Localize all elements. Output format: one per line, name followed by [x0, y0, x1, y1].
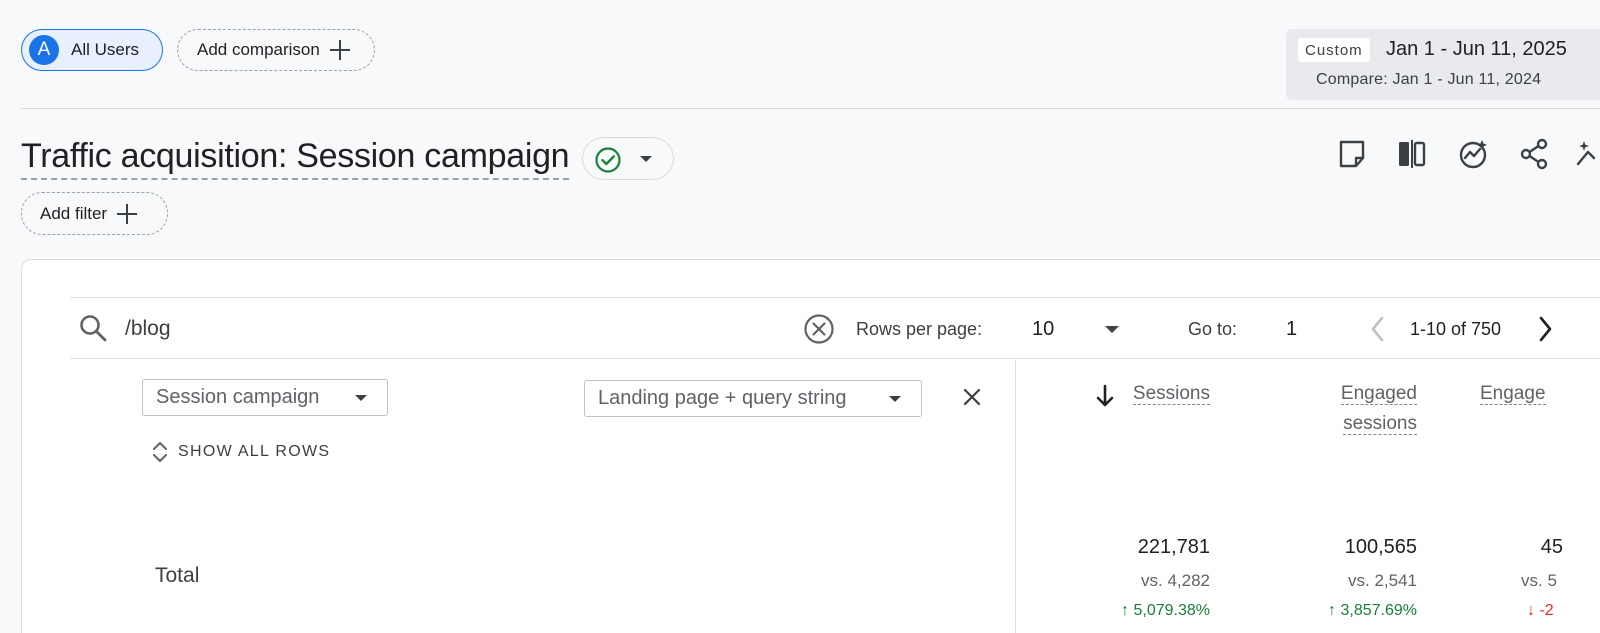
date-range-type: Custom: [1298, 38, 1370, 62]
segment-label: All Users: [71, 40, 140, 59]
primary-dimension-select[interactable]: Session campaign: [142, 379, 388, 416]
close-icon[interactable]: [962, 387, 982, 407]
segment-avatar: A: [29, 35, 59, 65]
add-comparison-button[interactable]: Add comparison: [177, 29, 375, 71]
rows-per-page-label: Rows per page:: [856, 319, 983, 339]
show-all-rows-button[interactable]: SHOW ALL ROWS: [152, 440, 330, 464]
magic-wand-icon[interactable]: [1576, 138, 1600, 170]
chevron-down-icon: [640, 156, 652, 162]
total-sessions-compare: vs. 4,282: [1141, 571, 1210, 590]
secondary-dimension-select[interactable]: Landing page + query string: [584, 380, 922, 417]
column-header-label: Engaged: [1340, 383, 1417, 405]
total-engagement-value: 45: [1540, 536, 1563, 558]
unfold-icon: [153, 442, 167, 462]
share-icon[interactable]: [1518, 138, 1550, 170]
add-comparison-label: Add comparison: [197, 40, 320, 59]
dimension-metric-divider: [1015, 360, 1016, 633]
change-value: -2: [1539, 602, 1554, 619]
rows-per-page-select[interactable]: 10: [1032, 318, 1054, 341]
page-title[interactable]: Traffic acquisition: Session campaign: [21, 135, 570, 180]
date-compare-value: Compare: Jan 1 - Jun 11, 2024: [1316, 71, 1542, 88]
column-header-engagement[interactable]: Engage: [1480, 379, 1600, 409]
plus-icon: [117, 203, 138, 224]
column-header-label: Engage: [1480, 383, 1546, 405]
total-engaged-sessions-change: ↑ 3,857.69%: [1328, 602, 1417, 619]
search-icon: [80, 315, 107, 342]
check-circle-icon: [595, 147, 621, 173]
page-range: 1-10 of 750: [1410, 319, 1502, 339]
column-header-label: Sessions: [1132, 383, 1210, 405]
total-row-label: Total: [155, 564, 200, 587]
chevron-down-icon: [889, 396, 901, 402]
header-divider: [21, 108, 1600, 109]
total-sessions-value: 221,781: [1137, 536, 1210, 558]
column-header-sessions[interactable]: Sessions: [1100, 379, 1210, 409]
change-value: 5,079.38%: [1133, 602, 1210, 619]
total-engagement-cell: 45 vs. 5 ↓ -2: [1480, 536, 1600, 633]
table-top-border: [70, 297, 1600, 298]
total-engaged-sessions-compare: vs. 2,541: [1348, 571, 1417, 590]
add-filter-label: Add filter: [40, 203, 108, 223]
chevron-down-icon[interactable]: [1105, 326, 1119, 333]
change-value: 3,857.69%: [1340, 602, 1417, 619]
total-engagement-change: ↓ -2: [1527, 602, 1554, 619]
go-to-page-input[interactable]: 1: [1286, 318, 1297, 341]
primary-dimension-label: Session campaign: [156, 386, 320, 408]
note-icon[interactable]: [1336, 138, 1368, 170]
column-header-label: sessions: [1343, 413, 1417, 435]
total-engaged-sessions-value: 100,565: [1344, 536, 1417, 558]
clear-search-icon[interactable]: [803, 313, 835, 345]
show-all-rows-label: SHOW ALL ROWS: [178, 443, 331, 460]
chevron-right-icon[interactable]: [1535, 314, 1555, 344]
secondary-dimension-label: Landing page + query string: [598, 387, 847, 409]
column-header-engaged-sessions[interactable]: Engaged sessions: [1300, 379, 1417, 439]
date-range-value: Jan 1 - Jun 11, 2025: [1386, 38, 1567, 60]
plus-icon: [329, 40, 350, 60]
insights-icon[interactable]: [1457, 138, 1489, 170]
segment-chip-all-users[interactable]: A All Users: [21, 29, 163, 71]
add-filter-button[interactable]: Add filter: [21, 192, 168, 235]
total-engagement-compare: vs. 5: [1521, 571, 1557, 590]
chevron-down-icon: [355, 395, 367, 401]
search-input[interactable]: /blog: [125, 317, 171, 341]
compare-columns-icon[interactable]: [1396, 138, 1428, 170]
table-controls-border: [70, 358, 1600, 359]
go-to-label: Go to:: [1188, 319, 1238, 339]
chevron-left-icon[interactable]: [1368, 314, 1388, 344]
total-sessions-change: ↑ 5,079.38%: [1121, 602, 1210, 619]
